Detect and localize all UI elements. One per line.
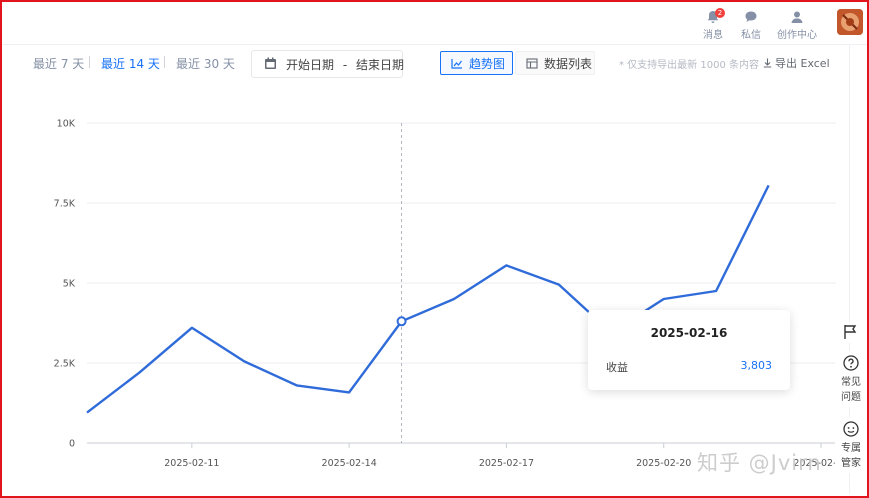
faq-button[interactable]: 常见 问题 — [835, 351, 867, 407]
y-tick-label: 0 — [69, 439, 75, 450]
tooltip-value: 3,803 — [740, 359, 773, 372]
tooltip-series-name: 收益 — [606, 361, 628, 374]
revenue-line-chart: 0 2.5K 5K 7.5K 10K 2025-02-11 2025-02-14 2025-… — [54, 119, 849, 470]
watermark: 知乎 @Jvirn — [697, 451, 822, 475]
x-tick-label: 2025-02-17 — [479, 458, 534, 469]
x-tick-label: 2025-02-14 — [322, 458, 377, 469]
x-tick-label: 2025-02-20 — [636, 458, 691, 469]
manager-label-line1: 专属 — [841, 443, 861, 454]
faq-label-line2: 问题 — [841, 392, 861, 403]
y-axis-ticks: 0 2.5K 5K 7.5K 10K — [54, 119, 76, 450]
chart-tooltip: 2025-02-16 收益 3,803 — [588, 310, 790, 390]
smile-icon — [843, 421, 859, 437]
y-tick-label: 7.5K — [54, 199, 76, 210]
question-icon — [843, 355, 859, 371]
faq-label-line1: 常见 — [841, 377, 861, 388]
manager-button[interactable]: 专属 管家 — [835, 417, 867, 473]
y-tick-label: 2.5K — [54, 359, 76, 370]
x-tick-label: 2025-02-11 — [164, 458, 219, 469]
y-tick-label: 5K — [63, 279, 76, 290]
grid-layer — [87, 122, 836, 444]
manager-label-line2: 管家 — [841, 458, 861, 469]
side-panel: 常见 问题 专属 管家 — [835, 323, 867, 473]
data-point[interactable] — [396, 316, 407, 327]
flag-icon — [844, 325, 857, 339]
tooltip-date: 2025-02-16 — [650, 326, 728, 340]
y-tick-label: 10K — [57, 119, 76, 130]
feedback-button[interactable] — [835, 323, 867, 343]
